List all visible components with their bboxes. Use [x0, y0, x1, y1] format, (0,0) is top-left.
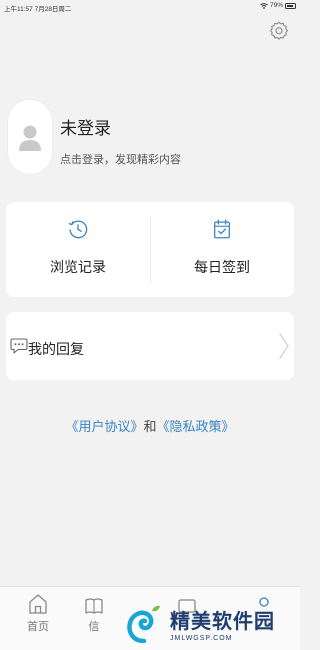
settings-button[interactable]	[268, 20, 290, 42]
clock-history-icon	[68, 220, 88, 239]
status-time-date: 上午11:57 7月28日周二	[4, 6, 72, 13]
chat-bubble-icon	[10, 338, 28, 354]
avatar[interactable]	[8, 100, 52, 174]
watermark-url: JMLWGSP.COM	[170, 634, 233, 642]
browse-history-button[interactable]: 浏览记录	[6, 202, 150, 297]
battery-icon	[285, 2, 296, 9]
my-replies-item[interactable]: 我的回复	[6, 312, 294, 380]
daily-checkin-button[interactable]: 每日签到	[150, 202, 294, 297]
tab-second-label: 信	[88, 621, 100, 633]
tab-second[interactable]: 信	[64, 593, 124, 634]
watermark-logo	[127, 605, 160, 643]
watermark: 精美软件园 JMLWGSP.COM	[126, 598, 294, 648]
user-agreement-link[interactable]: 《用户协议》	[65, 419, 143, 434]
privacy-policy-link[interactable]: 《隐私政策》	[157, 419, 235, 434]
battery-percent: 79%	[269, 2, 283, 9]
wifi-icon	[260, 2, 268, 9]
tab-home[interactable]: 首页	[8, 593, 68, 634]
default-user-icon	[19, 125, 41, 151]
daily-checkin-label: 每日签到	[194, 259, 250, 275]
login-title[interactable]: 未登录	[60, 114, 111, 139]
home-icon	[29, 594, 47, 614]
calendar-check-icon	[214, 219, 230, 239]
browse-history-label: 浏览记录	[50, 259, 106, 275]
watermark-title: 精美软件园	[170, 610, 275, 633]
tab-home-label: 首页	[27, 621, 49, 633]
login-subtitle[interactable]: 点击登录，发现精彩内容	[60, 151, 181, 167]
status-bar: 上午11:57 7月28日周二 79%	[0, 0, 300, 14]
chevron-right-icon	[279, 333, 289, 359]
my-replies-label: 我的回复	[28, 341, 84, 357]
agreement-and: 和	[143, 419, 157, 434]
gear-icon	[270, 21, 288, 40]
quick-actions-card: 浏览记录 每日签到	[6, 202, 294, 297]
agreement-text: 《用户协议》和《隐私政策》	[0, 416, 300, 435]
status-right: 79%	[260, 2, 296, 9]
book-icon	[85, 598, 103, 614]
